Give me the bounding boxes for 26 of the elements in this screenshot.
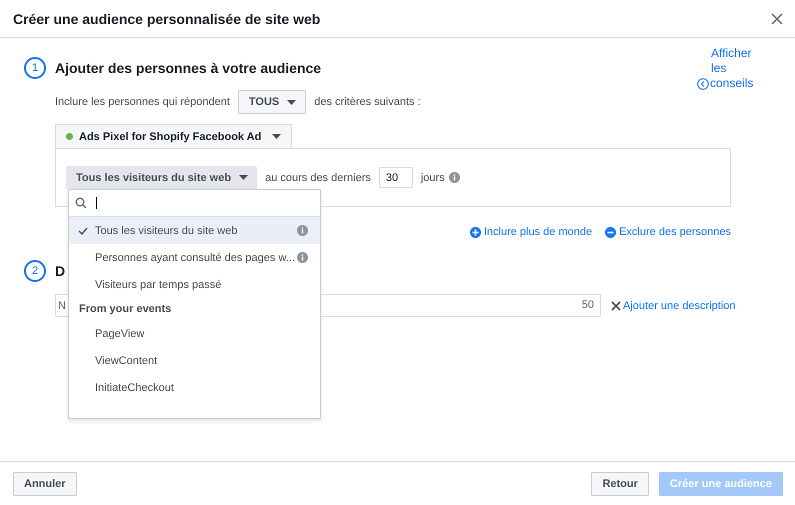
step-title: Ajouter des personnes à votre audience [55, 60, 322, 76]
menu-item[interactable]: InitiateCheckout [69, 374, 320, 401]
menu-item[interactable]: Tous les visiteurs du site web [69, 217, 320, 244]
menu-item[interactable]: ViewContent [69, 347, 320, 374]
event-dropdown[interactable]: Tous les visiteurs du site web [66, 166, 258, 189]
menu-section-header: From your events [78, 302, 172, 317]
back-button[interactable]: Retour [591, 472, 649, 496]
include-more-link[interactable]: Inclure plus de monde [470, 226, 592, 238]
include-label: Inclure les personnes qui répondent [55, 96, 230, 108]
days-field[interactable]: 30 [378, 167, 413, 188]
show-tips-link[interactable]: Afficher les conseils [711, 46, 763, 91]
match-dropdown[interactable]: TOUS [238, 90, 306, 114]
pixel-dropdown[interactable]: Ads Pixel for Shopify Facebook Ad [55, 124, 292, 148]
menu-item[interactable]: PageView [69, 320, 320, 347]
period-label: au cours des derniers [265, 172, 371, 184]
criteria-label: des critères suivants : [314, 96, 421, 108]
add-description-link[interactable]: Ajouter une description [623, 300, 736, 312]
step-number: 1 [24, 57, 46, 79]
cancel-button[interactable]: Annuler [13, 472, 77, 496]
character-count: 50 [582, 299, 594, 311]
days-label: jours [420, 172, 445, 184]
step-number: 2 [24, 260, 46, 282]
menu-item[interactable]: Personnes ayant consulté des pages w... [69, 244, 320, 271]
exclude-people-link[interactable]: Exclure des personnes [605, 226, 731, 238]
dialog-title: Créer une audience personnalisée de site web [13, 10, 322, 26]
step-title: D [55, 263, 66, 279]
